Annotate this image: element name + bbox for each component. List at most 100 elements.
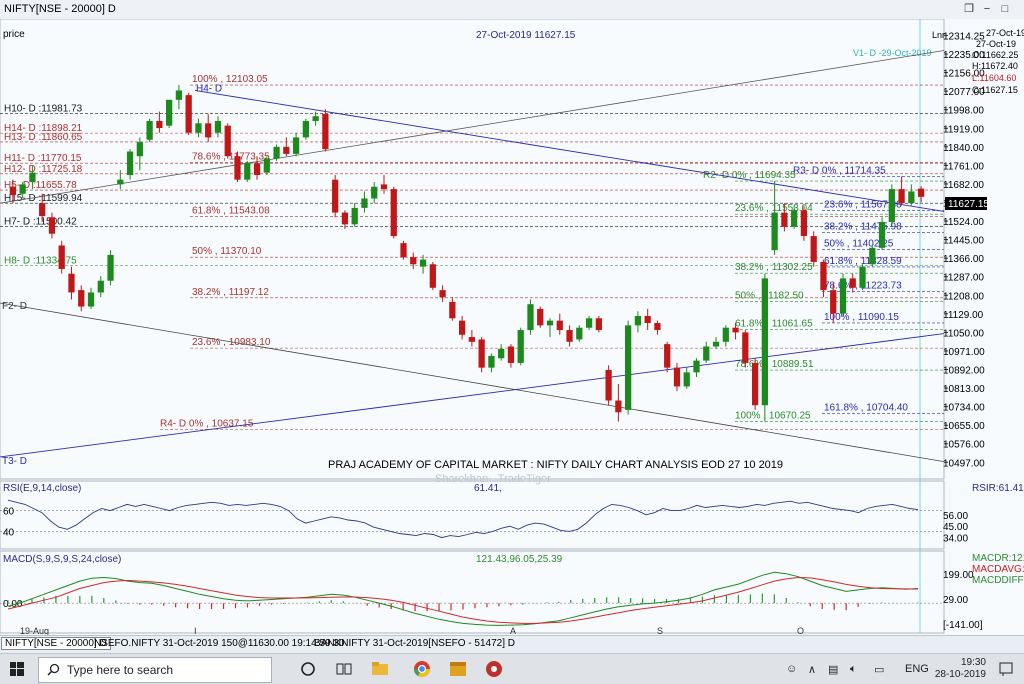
task-view-icon[interactable]: [334, 659, 354, 679]
file-explorer-icon[interactable]: [370, 659, 390, 679]
candle-body: [859, 266, 866, 288]
info-line-5: C:11627.15: [972, 85, 1018, 95]
candle-body: [292, 137, 300, 154]
candle-body: [703, 346, 710, 361]
notification-icon[interactable]: [998, 661, 1014, 677]
level-label: H11- D :11770.15: [4, 153, 82, 164]
candle-body: [751, 362, 759, 406]
rsi-right-tick: 56.00: [943, 511, 968, 522]
candle-body: [673, 367, 681, 387]
candle-body: [908, 191, 915, 204]
y-tick-label: 11445.00: [943, 236, 984, 247]
candle-body: [39, 203, 46, 217]
candle-body: [742, 332, 749, 363]
candle-body: [244, 163, 251, 180]
rsi-left-tick: 60: [3, 507, 15, 518]
candle-body: [400, 243, 407, 258]
x-tick-label: O: [797, 626, 804, 635]
candle-body: [712, 341, 720, 347]
candle-body: [29, 172, 36, 183]
y-tick-label: 10892.00: [943, 366, 985, 377]
tab-nsefo-nifty[interactable]: NSEFO.NIFTY 31-Oct-2019 150@11630.00 19:…: [94, 638, 344, 649]
candle-body: [380, 184, 388, 190]
battery-icon[interactable]: ▭: [874, 663, 884, 676]
macd-right-1: MACDAVG:: [972, 564, 1024, 575]
candle-body: [537, 308, 544, 326]
candle-body: [595, 318, 602, 331]
candle-body: [332, 179, 339, 213]
y-tick-label: 11761.00: [943, 161, 984, 172]
macd-title: MACD(S,9,S,9,S,24,close): [3, 554, 121, 565]
y-tick-label: 11208.00: [943, 291, 984, 302]
macd-right-2: MACDDIFF:: [972, 575, 1024, 586]
candle-body: [527, 304, 534, 331]
candle-body: [566, 330, 573, 342]
candle-body: [761, 278, 768, 406]
maximize-button[interactable]: □: [998, 2, 1012, 16]
minimize-button[interactable]: −: [980, 2, 994, 16]
cortana-icon[interactable]: [298, 659, 318, 679]
app-icon-orange[interactable]: [448, 659, 468, 679]
y-tick-label: 11050.00: [943, 328, 984, 339]
fib-red-label: 78.6% , 11773.35: [192, 151, 270, 162]
x-tick-label: I: [194, 626, 197, 635]
rsi-right-label: RSIR:61.41: [972, 483, 1024, 494]
network-icon[interactable]: ▤: [828, 663, 838, 676]
tab-banknifty[interactable]: BANKNIFTY 31-Oct-2019[NSEFO - 51472] D: [314, 638, 515, 649]
trendline-label: F2- D: [2, 301, 27, 312]
people-icon[interactable]: ☺: [786, 663, 797, 675]
y-tick-label: 10734.00: [943, 403, 985, 414]
candle-body: [722, 327, 729, 342]
chart-area[interactable]: price 27-Oct-2019 11627.15 Lnr V1- D -29…: [0, 18, 1024, 636]
fib-green-label: 61.8% , 11061.65: [735, 319, 813, 330]
fib-green-label: R2- D 0% , 11694.35: [703, 170, 796, 181]
candle-body: [107, 254, 114, 281]
chart-svg[interactable]: price 27-Oct-2019 11627.15 Lnr V1- D -29…: [0, 18, 1024, 636]
candle-body: [58, 245, 65, 269]
chrome-icon[interactable]: [412, 659, 432, 679]
candle-body: [78, 290, 85, 307]
fib-red-label: 50% , 11370.10: [192, 246, 262, 257]
candle-body: [117, 179, 124, 185]
candle-body: [869, 247, 876, 265]
macd-panel: [0, 550, 945, 634]
rsi-panel: [0, 480, 945, 550]
taskbar: Type here to search ☺ ∧ ▤ 🔈︎ ▭ ENG 19:30…: [0, 653, 1024, 684]
candle-body: [810, 236, 817, 262]
candle-body: [693, 360, 700, 373]
volume-icon[interactable]: 🔈︎: [850, 663, 857, 676]
y-tick-label: 11998.00: [943, 106, 984, 117]
candle-body: [585, 318, 593, 328]
info-line-0: 27-Oct-19: [986, 28, 1024, 38]
candle-body: [419, 259, 427, 267]
last-price-value: 11627.15: [948, 199, 989, 210]
candle-body: [625, 325, 632, 410]
fib-green-label: 100% , 10670.25: [735, 411, 811, 422]
level-label: H10- D :11981.73: [4, 104, 83, 115]
taskbar-clock[interactable]: 19:30 28-10-2019: [935, 657, 986, 681]
restore-button[interactable]: ❒: [962, 2, 976, 16]
level-label: H12- D :11725.18: [4, 164, 83, 175]
chevron-up-icon[interactable]: ∧: [808, 663, 816, 676]
x-tick-label: A: [510, 626, 516, 635]
candle-body: [654, 323, 661, 331]
y-tick-label: 11682.00: [943, 180, 984, 191]
windows-start-icon[interactable]: [10, 662, 24, 676]
fib-blue-label: R3- D 0% , 11714.35: [793, 165, 886, 176]
rsi-right-tick: 34.00: [943, 534, 968, 545]
app-icon-red[interactable]: [484, 659, 504, 679]
level-label: H8- D :11334.75: [4, 256, 77, 267]
candle-body: [576, 327, 583, 340]
candle-body: [429, 264, 436, 288]
candle-body: [498, 348, 505, 359]
info-line-3: H:11672.40: [972, 61, 1018, 71]
candle-body: [830, 290, 837, 314]
taskbar-search-box[interactable]: Type here to search: [38, 657, 272, 683]
trendline-label: H4- D: [196, 84, 222, 95]
language-label[interactable]: ENG: [905, 663, 929, 675]
candle-body: [87, 292, 95, 307]
candle-body: [185, 95, 192, 133]
candle-body: [771, 212, 778, 251]
candle-body: [449, 301, 456, 319]
candle-body: [48, 217, 56, 234]
